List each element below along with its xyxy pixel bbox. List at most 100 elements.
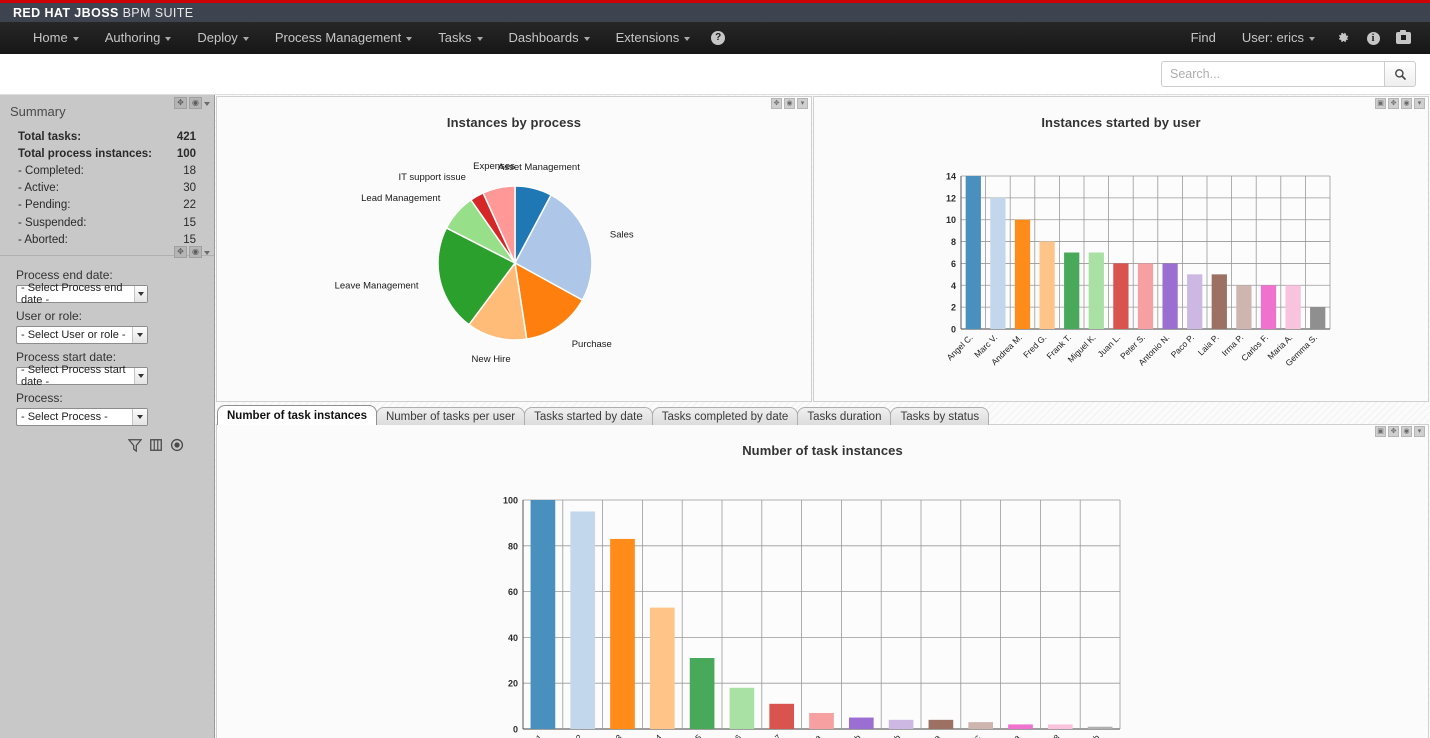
bar[interactable] [1285, 285, 1301, 329]
panel-menu-icon[interactable]: ▾ [1414, 98, 1425, 109]
bar[interactable] [729, 687, 755, 729]
bar[interactable] [1039, 241, 1055, 329]
y-axis-tick-label: 2 [951, 303, 956, 313]
x-axis-tick-label: Task 2a [915, 732, 943, 738]
chevron-down-icon [134, 286, 147, 303]
tab-tasks-duration[interactable]: Tasks duration [797, 407, 892, 425]
bar[interactable] [1047, 724, 1073, 729]
panel-options-icon[interactable]: ◉ [1401, 426, 1412, 437]
tab-tasks-started-by-date[interactable]: Tasks started by date [524, 407, 653, 425]
bar[interactable] [649, 607, 675, 729]
bar[interactable] [1310, 307, 1326, 329]
bar[interactable] [888, 719, 914, 729]
filter-select[interactable]: - Select User or role - [16, 326, 148, 345]
nav-item-label: Tasks [438, 30, 472, 45]
find-button[interactable]: Find [1178, 22, 1229, 54]
tasks-bar-chart: 0 20 40 60 80 100 Task 1 Task 2 Task 3 Task 4 Task… [503, 496, 1121, 738]
bar[interactable] [1187, 274, 1203, 329]
y-axis-tick-label: 40 [508, 633, 518, 643]
bar[interactable] [570, 511, 596, 729]
move-panel-icon[interactable]: ✥ [174, 97, 187, 109]
nav-item-process-management[interactable]: Process Management [262, 22, 425, 54]
bar[interactable] [809, 712, 834, 729]
y-axis-tick-label: 14 [946, 172, 956, 182]
bar[interactable] [1014, 219, 1031, 329]
nav-item-dashboards[interactable]: Dashboards [496, 22, 603, 54]
x-axis-tick-label: Task 5 [679, 732, 704, 738]
panel-menu-icon[interactable]: ▾ [1414, 426, 1425, 437]
y-axis-tick-label: 10 [946, 215, 956, 225]
bar[interactable] [689, 658, 715, 729]
panel-options-icon[interactable]: ◉ [784, 98, 795, 109]
tab-number-of-task-instances[interactable]: Number of task instances [217, 405, 377, 425]
panel-menu-chevron-icon[interactable] [204, 102, 210, 106]
x-axis-tick-label: Task 4a [795, 732, 823, 738]
bar[interactable] [1113, 263, 1129, 329]
panel-options-icon[interactable]: ◉ [1401, 98, 1412, 109]
bar[interactable] [990, 197, 1006, 329]
nav-item-tasks[interactable]: Tasks [425, 22, 495, 54]
bar[interactable] [530, 500, 556, 729]
pie-chart-title: Instances by process [446, 115, 582, 130]
brand-title: RED HAT JBOSS BPM SUITE [13, 6, 194, 20]
nav-item-deploy[interactable]: Deploy [184, 22, 261, 54]
chevron-down-icon [583, 37, 590, 41]
bar[interactable] [1064, 252, 1080, 330]
x-axis-tick-label: Paco P. [1169, 332, 1196, 359]
panel-options-icon[interactable]: ◉ [189, 97, 202, 109]
screenshot-button[interactable] [1388, 22, 1418, 54]
tab-tasks-completed-by-date[interactable]: Tasks completed by date [651, 407, 799, 425]
columns-icon[interactable] [149, 438, 163, 452]
bar[interactable] [848, 717, 874, 729]
filter-select[interactable]: - Select Process end date - [16, 282, 148, 306]
summary-row-label: - Pending: [18, 199, 71, 212]
tasks-bar-chart-area: 0 20 40 60 80 100 Task 1 Task 2 Task 3 Task 4 Task… [217, 458, 1428, 738]
bar[interactable] [965, 176, 981, 329]
bar[interactable] [1260, 285, 1277, 329]
panel-menu-icon[interactable]: ▾ [797, 98, 808, 109]
maximize-panel-icon[interactable]: ▣ [1375, 98, 1386, 109]
bar[interactable] [1087, 726, 1113, 729]
filter-label: Process start date: [16, 350, 117, 365]
move-panel-icon[interactable]: ✥ [1388, 98, 1399, 109]
bar[interactable] [1211, 274, 1227, 329]
bar[interactable] [610, 538, 635, 729]
pie-chart-area: Asset Management Sales Purchase New Hire Lea… [217, 130, 811, 398]
user-menu[interactable]: User: erics [1229, 22, 1328, 54]
nav-item-extensions[interactable]: Extensions [603, 22, 704, 54]
filter-icon[interactable] [128, 438, 142, 453]
search-group [1161, 61, 1416, 87]
x-axis-tick-label: Task 3a [994, 732, 1022, 738]
y-axis-tick-label: 0 [513, 725, 518, 735]
bar[interactable] [1137, 263, 1154, 329]
nav-item-home[interactable]: Home [20, 22, 92, 54]
search-button[interactable] [1384, 61, 1416, 87]
nav-item-label: Home [33, 30, 68, 45]
settings-button[interactable] [1328, 22, 1358, 54]
bar[interactable] [1236, 285, 1252, 329]
search-input[interactable] [1161, 61, 1384, 87]
summary-row: - Suspended: 15 [10, 214, 204, 231]
bar[interactable] [1088, 252, 1104, 330]
summary-panel-controls: ✥ ◉ [174, 97, 210, 109]
bar[interactable] [968, 722, 994, 729]
move-panel-icon[interactable]: ✥ [771, 98, 782, 109]
filters-options-icon[interactable]: ◉ [189, 246, 202, 259]
filter-select[interactable]: - Select Process start date - [16, 364, 148, 388]
nav-item-authoring[interactable]: Authoring [92, 22, 185, 54]
filters-menu-chevron-icon[interactable] [204, 251, 210, 256]
bar[interactable] [928, 719, 954, 729]
move-panel-icon[interactable]: ✥ [1388, 426, 1399, 437]
refresh-icon[interactable] [170, 438, 184, 452]
tab-tasks-by-status[interactable]: Tasks by status [890, 407, 990, 425]
filter-select[interactable]: - Select Process - [16, 408, 148, 427]
bar[interactable] [1162, 263, 1178, 329]
summary-row-label: Total tasks: [18, 130, 82, 143]
about-button[interactable]: i [1358, 22, 1388, 54]
maximize-panel-icon[interactable]: ▣ [1375, 426, 1386, 437]
tab-number-of-tasks-per-user[interactable]: Number of tasks per user [375, 407, 526, 425]
bar[interactable] [769, 703, 795, 729]
bar[interactable] [1008, 724, 1033, 729]
move-filters-icon[interactable]: ✥ [174, 246, 187, 259]
nav-help-button[interactable]: ? [703, 22, 738, 54]
